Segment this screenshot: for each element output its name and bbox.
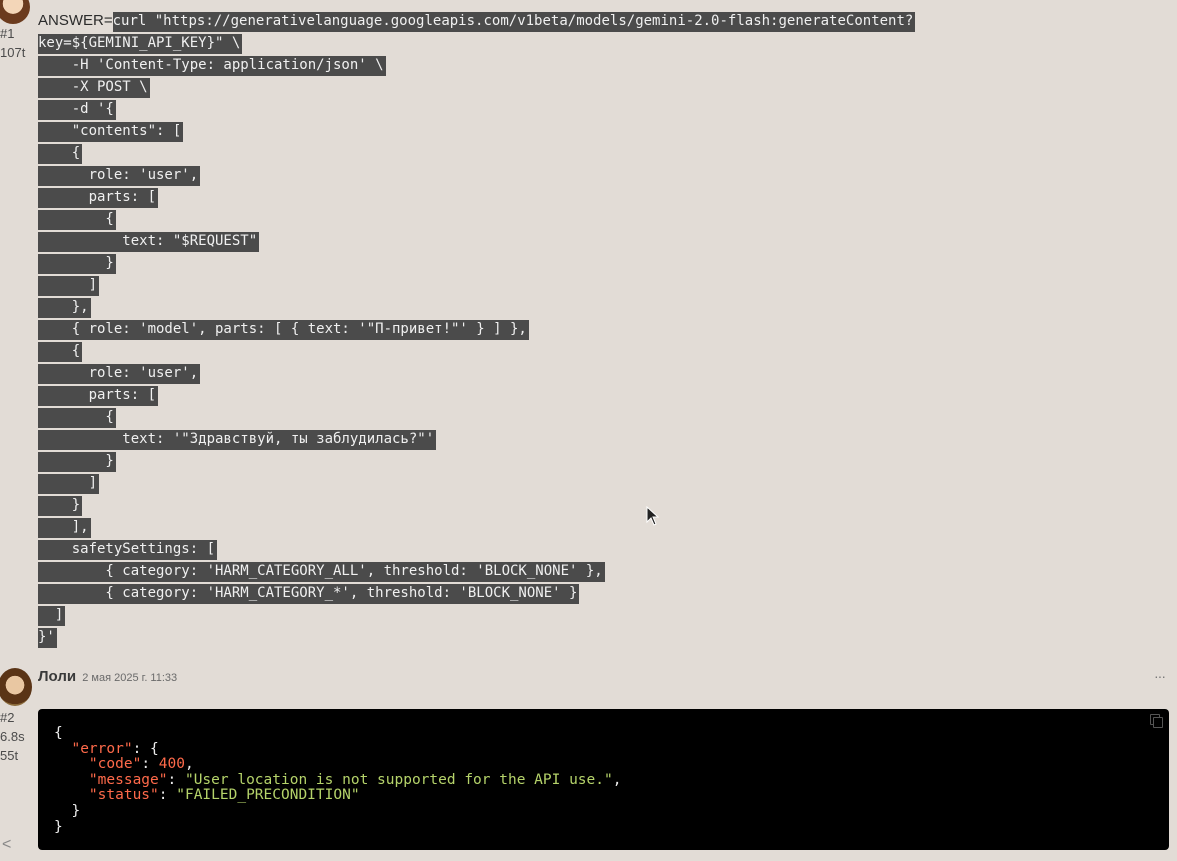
code-line: } xyxy=(38,252,1158,274)
copy-icon[interactable] xyxy=(1149,713,1163,728)
code-line: ] xyxy=(38,274,1158,296)
selected-text: { role: 'model', parts: [ { text: '"П-пр… xyxy=(38,320,529,340)
chevron-left-icon[interactable]: < xyxy=(2,836,11,854)
code-line: { xyxy=(38,142,1158,164)
selected-text: -d '{ xyxy=(38,100,116,120)
json-line: } xyxy=(54,818,63,835)
message-body[interactable]: ANSWER=curl "https://generativelanguage.… xyxy=(38,10,1158,648)
token-count: 55t xyxy=(0,748,19,763)
selected-text: curl "https://generativelanguage.googlea… xyxy=(112,12,916,32)
message-number: #1 xyxy=(0,26,15,41)
code-line: { category: 'HARM_CATEGORY_ALL', thresho… xyxy=(38,560,1158,582)
json-line: "status": "FAILED_PRECONDITION" xyxy=(88,787,360,804)
code-line: }' xyxy=(38,626,1158,648)
code-line: -d '{ xyxy=(38,98,1158,120)
code-line: { category: 'HARM_CATEGORY_*', threshold… xyxy=(38,582,1158,604)
code-line: } xyxy=(38,450,1158,472)
selected-text: parts: [ xyxy=(38,386,159,406)
json-line: "error": { xyxy=(71,740,159,757)
code-line: key=${GEMINI_API_KEY}" \ xyxy=(38,32,1158,54)
json-line: "code": 400, xyxy=(88,756,194,773)
code-line: { xyxy=(38,406,1158,428)
selected-text: { xyxy=(38,210,116,230)
selected-text: { xyxy=(38,342,83,362)
variable-prefix: ANSWER= xyxy=(38,12,113,29)
avatar[interactable] xyxy=(0,668,32,706)
code-line: { role: 'model', parts: [ { text: '"П-пр… xyxy=(38,318,1158,340)
code-line: ] xyxy=(38,472,1158,494)
code-output-block[interactable]: { "error": { "code": 400, "message": "Us… xyxy=(38,709,1169,850)
message-timestamp: 2 мая 2025 г. 11:33 xyxy=(82,672,178,684)
selected-text: } xyxy=(38,452,116,472)
selected-text: ] xyxy=(38,606,66,626)
message-number: #2 xyxy=(0,710,15,725)
selected-text: role: 'user', xyxy=(38,364,201,384)
selected-text: ] xyxy=(38,276,100,296)
message-meta: #2 6.8s 55t xyxy=(0,708,30,765)
code-line: safetySettings: [ xyxy=(38,538,1158,560)
author-name[interactable]: Лоли xyxy=(38,668,76,685)
code-line: -X POST \ xyxy=(38,76,1158,98)
code-line: role: 'user', xyxy=(38,362,1158,384)
message-author: Лоли 2 мая 2025 г. 11:33 xyxy=(38,668,177,685)
selected-text: { xyxy=(38,408,116,428)
code-line: }, xyxy=(38,296,1158,318)
selected-text: text: '"Здравствуй, ты заблудилась?"' xyxy=(38,430,437,450)
selected-text: } xyxy=(38,496,83,516)
selected-text: { xyxy=(38,144,83,164)
code-line: parts: [ xyxy=(38,384,1158,406)
selected-text: parts: [ xyxy=(38,188,159,208)
selected-text: safetySettings: [ xyxy=(38,540,218,560)
code-line: ], xyxy=(38,516,1158,538)
selected-text: { category: 'HARM_CATEGORY_ALL', thresho… xyxy=(38,562,605,582)
avatar[interactable] xyxy=(0,0,30,24)
selected-text: }' xyxy=(38,628,57,648)
selected-text: role: 'user', xyxy=(38,166,201,186)
message-meta: #1 107t xyxy=(0,24,30,62)
selected-text: ] xyxy=(38,474,100,494)
code-line: text: '"Здравствуй, ты заблудилась?"' xyxy=(38,428,1158,450)
code-line: ] xyxy=(38,604,1158,626)
selected-text: { category: 'HARM_CATEGORY_*', threshold… xyxy=(38,584,580,604)
more-options-icon[interactable]: ··· xyxy=(1154,668,1166,684)
json-line: { xyxy=(54,725,63,741)
json-line: } xyxy=(71,802,81,819)
code-line: { xyxy=(38,208,1158,230)
code-line: role: 'user', xyxy=(38,164,1158,186)
generation-time: 6.8s xyxy=(0,729,25,744)
selected-text: }, xyxy=(38,298,91,318)
selected-text: ], xyxy=(38,518,91,538)
code-line: } xyxy=(38,494,1158,516)
code-line: "contents": [ xyxy=(38,120,1158,142)
code-line: text: "$REQUEST" xyxy=(38,230,1158,252)
selected-text: "contents": [ xyxy=(38,122,184,142)
json-line: "message": "User location is not support… xyxy=(88,771,622,788)
code-line: { xyxy=(38,340,1158,362)
mouse-cursor-icon xyxy=(646,506,660,526)
token-count: 107t xyxy=(0,45,26,60)
selected-text: text: "$REQUEST" xyxy=(38,232,260,252)
selected-text: -X POST \ xyxy=(38,78,150,98)
code-line: ANSWER=curl "https://generativelanguage.… xyxy=(38,10,1158,32)
selected-text: -H 'Content-Type: application/json' \ xyxy=(38,56,386,76)
code-line: parts: [ xyxy=(38,186,1158,208)
selected-text: key=${GEMINI_API_KEY}" \ xyxy=(38,34,243,54)
selected-text: } xyxy=(38,254,116,274)
code-line: -H 'Content-Type: application/json' \ xyxy=(38,54,1158,76)
